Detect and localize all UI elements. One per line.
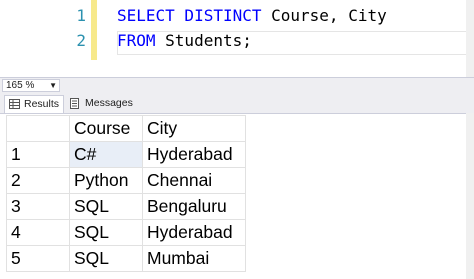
row-number[interactable]: 5 <box>6 245 70 272</box>
row-number[interactable]: 4 <box>6 219 70 246</box>
grid-cell[interactable]: SQL <box>69 219 143 246</box>
tab-messages[interactable]: Messages <box>66 95 137 112</box>
grid-cell[interactable]: C# <box>69 141 143 168</box>
table-row: 3 SQL Bengaluru <box>6 193 246 220</box>
column-header-city[interactable]: City <box>142 115 246 142</box>
code-line[interactable]: FROM Students; <box>117 31 252 50</box>
results-grid[interactable]: Course City 1 C# Hyderabad 2 Python Chen… <box>6 115 246 272</box>
sql-text: Students; <box>155 31 252 50</box>
row-number[interactable]: 3 <box>6 193 70 220</box>
table-row: 4 SQL Hyderabad <box>6 219 246 246</box>
zoom-value: 165 % <box>6 80 35 91</box>
row-number[interactable]: 1 <box>6 141 70 168</box>
table-row: 1 C# Hyderabad <box>6 141 246 168</box>
grid-icon <box>9 99 20 110</box>
sql-keyword: SELECT DISTINCT <box>117 6 262 25</box>
messages-icon <box>70 97 79 109</box>
editor-scrollbar[interactable] <box>466 0 474 77</box>
results-scrollbar[interactable] <box>466 113 474 279</box>
grid-cell[interactable]: Mumbai <box>142 245 246 272</box>
grid-cell[interactable]: SQL <box>69 193 143 220</box>
code-line[interactable]: SELECT DISTINCT Course, City <box>117 6 387 25</box>
corner-cell[interactable] <box>6 115 70 142</box>
change-indicator <box>91 0 97 60</box>
table-row: 5 SQL Mumbai <box>6 245 246 272</box>
row-number[interactable]: 2 <box>6 167 70 194</box>
sql-keyword: FROM <box>117 31 156 50</box>
grid-cell[interactable]: SQL <box>69 245 143 272</box>
line-number: 1 <box>76 6 86 25</box>
line-gutter: 1 2 <box>0 0 97 77</box>
grid-cell[interactable]: Hyderabad <box>142 219 246 246</box>
line-number: 2 <box>76 31 86 50</box>
query-editor[interactable]: 1 2 SELECT DISTINCT Course, City FROM St… <box>0 0 474 77</box>
column-header-course[interactable]: Course <box>69 115 143 142</box>
grid-cell[interactable]: Chennai <box>142 167 246 194</box>
grid-cell[interactable]: Hyderabad <box>142 141 246 168</box>
grid-header-row: Course City <box>6 115 246 142</box>
editor-status-bar: 165 % ▼ <box>0 77 474 94</box>
tab-label: Results <box>24 98 60 110</box>
tab-label: Messages <box>85 97 133 109</box>
grid-cell[interactable]: Bengaluru <box>142 193 246 220</box>
tab-results[interactable]: Results <box>4 95 65 113</box>
chevron-down-icon: ▼ <box>49 81 57 90</box>
grid-cell[interactable]: Python <box>69 167 143 194</box>
sql-text: Course, City <box>261 6 387 25</box>
zoom-dropdown[interactable]: 165 % ▼ <box>2 79 60 92</box>
table-row: 2 Python Chennai <box>6 167 246 194</box>
results-tab-bar: Results Messages <box>0 94 474 114</box>
